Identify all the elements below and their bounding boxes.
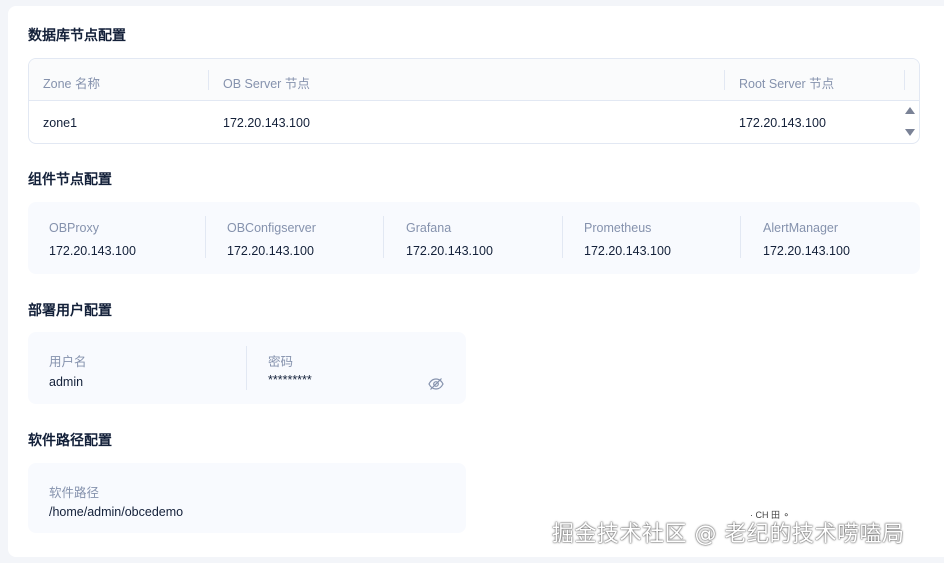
component-label-obproxy: OBProxy <box>49 221 100 235</box>
component-label-grafana: Grafana <box>406 221 452 235</box>
db-node-section-title: 数据库节点配置 <box>28 27 126 43</box>
divider <box>205 216 206 258</box>
component-value-alertmanager: 172.20.143.100 <box>763 244 850 258</box>
password-label: 密码 <box>268 355 294 369</box>
component-label-prometheus: Prometheus <box>584 221 652 235</box>
software-path-section-title: 软件路径配置 <box>28 432 112 448</box>
component-value-obconfigserver: 172.20.143.100 <box>227 244 314 258</box>
config-summary-card: 数据库节点配置 Zone 名称 OB Server 节点 Root Server… <box>8 6 944 557</box>
username-value: admin <box>49 375 84 389</box>
column-divider <box>904 70 905 90</box>
username-label: 用户名 <box>49 355 87 369</box>
component-label-alertmanager: AlertManager <box>763 221 839 235</box>
divider <box>562 216 563 258</box>
column-header-zone: Zone 名称 <box>43 77 100 91</box>
column-divider <box>208 70 209 90</box>
component-info-box: OBProxy 172.20.143.100 OBConfigserver 17… <box>28 202 920 274</box>
divider <box>740 216 741 258</box>
table-header: Zone 名称 OB Server 节点 Root Server 节点 <box>29 59 919 101</box>
deploy-user-section-title: 部署用户配置 <box>28 302 112 318</box>
root-server-cell: 172.20.143.100 <box>739 116 826 130</box>
password-value: ********* <box>268 373 312 387</box>
divider <box>383 216 384 258</box>
deploy-user-info-box: 用户名 admin 密码 ********* <box>28 332 466 404</box>
software-path-label: 软件路径 <box>49 486 100 500</box>
component-node-section-title: 组件节点配置 <box>28 171 112 187</box>
db-node-table: Zone 名称 OB Server 节点 Root Server 节点 zone… <box>28 58 920 144</box>
divider <box>246 346 247 390</box>
column-header-ob-server: OB Server 节点 <box>223 77 310 91</box>
column-divider <box>724 70 725 90</box>
component-value-grafana: 172.20.143.100 <box>406 244 493 258</box>
column-header-root-server: Root Server 节点 <box>739 77 835 91</box>
scroll-down-arrow-icon[interactable] <box>905 129 915 136</box>
eye-invisible-icon[interactable] <box>428 377 444 396</box>
software-path-value: /home/admin/obcedemo <box>49 505 184 519</box>
software-path-info-box: 软件路径 /home/admin/obcedemo <box>28 463 466 533</box>
ob-server-cell: 172.20.143.100 <box>223 116 310 130</box>
scroll-up-arrow-icon[interactable] <box>905 107 915 114</box>
component-label-obconfigserver: OBConfigserver <box>227 221 316 235</box>
component-value-prometheus: 172.20.143.100 <box>584 244 671 258</box>
watermark-text: 掘金技术社区 @ 老纪的技术唠嗑局 <box>552 522 905 547</box>
zone-name-cell: zone1 <box>43 116 78 130</box>
component-value-obproxy: 172.20.143.100 <box>49 244 136 258</box>
